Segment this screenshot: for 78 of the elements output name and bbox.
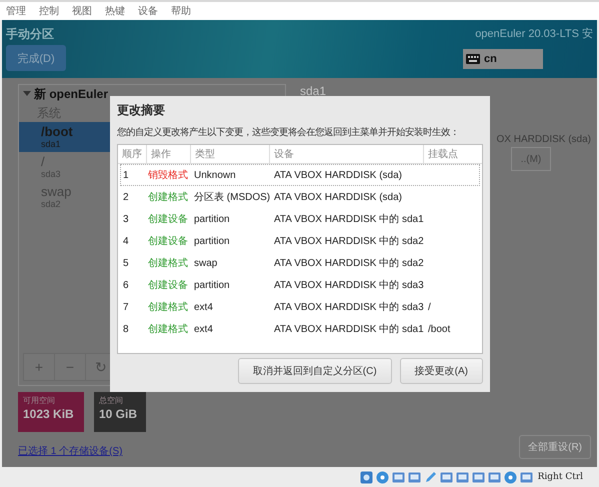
table-cell-text: 1 [122,170,130,180]
table-cell-text: ATA VBOX HARDDISK 中的 sda3 [273,300,425,314]
table-cell-text: ATA VBOX HARDDISK 中的 sda3 [273,278,425,292]
menu-item[interactable]: 热键 [105,4,125,18]
window-icon[interactable] [488,470,501,484]
table-cell-text: 7 [122,302,130,312]
table-cell-text: 分区表 (MSDOS) [193,190,272,204]
pen-icon[interactable] [424,470,437,484]
host-key-label: Right Ctrl [538,472,583,482]
column-header[interactable]: 类型 [191,145,270,163]
window-icon[interactable] [456,470,469,484]
table-cell-text: 创建格式 [148,322,189,336]
table-cell-text: 创建格式 [148,300,189,314]
circle-icon[interactable] [376,470,389,484]
table-cell-text: 2 [122,192,130,202]
table-cell-text: partition [193,280,231,290]
page-title: 手动分区 [6,26,55,43]
dialog-title: 更改摘要 [117,102,166,119]
table-cell-text: ATA VBOX HARDDISK (sda) [273,192,403,202]
window-icon[interactable] [520,470,533,484]
menu-item[interactable]: 设备 [138,4,158,18]
table-cell-text: 5 [122,258,130,268]
table-cell-text: 创建设备 [148,212,189,226]
table-cell-text: ext4 [193,302,214,312]
table-cell-text: swap [193,258,218,268]
menu-item[interactable]: 帮助 [171,4,191,18]
table-cell-text: partition [193,214,231,224]
table-cell-text: 销毁格式 [148,168,189,182]
device-label: OX HARDDISK (sda) [496,134,591,145]
keyboard-icon [466,54,480,64]
table-row[interactable]: 8 创建格式 ext4 ATA VBOX HARDDISK 中的 sda1 /boot [120,318,480,340]
column-header[interactable]: 操作 [147,145,191,163]
menu-item[interactable]: 管理 [6,4,26,18]
table-cell-text: 创建设备 [148,278,189,292]
table-cell-text: /boot [427,324,452,334]
table-cell-text: partition [193,236,231,246]
window-icon[interactable] [472,470,485,484]
table-row[interactable]: 1 销毁格式 Unknown ATA VBOX HARDDISK (sda) [120,164,480,186]
window-icon[interactable] [408,470,421,484]
table-cell-text: ATA VBOX HARDDISK 中的 sda2 [273,256,425,270]
table-cell-text: 3 [122,214,130,224]
partition-title: sda1 [300,84,326,98]
menu-item[interactable]: 控制 [39,4,59,18]
table-cell-text: 创建格式 [148,190,189,204]
dialog-button[interactable]: 取消并返回到自定义分区(C) [238,358,392,384]
table-row[interactable]: 7 创建格式 ext4 ATA VBOX HARDDISK 中的 sda3 / [120,296,480,318]
table-row[interactable]: 4 创建设备 partition ATA VBOX HARDDISK 中的 sda2 [120,230,480,252]
installation-heading: 新 openEuler [34,87,108,101]
table-cell-text: ATA VBOX HARDDISK 中的 sda1 [273,322,425,336]
expander-icon [23,91,31,97]
table-cell-text: 创建设备 [148,234,189,248]
table-cell-text: 4 [122,236,130,246]
dialog-button[interactable]: 接受更改(A) [400,358,483,384]
total-space-tile: 总空间 10 GiB [94,392,146,432]
product-title: openEuler 20.03-LTS 安 [475,26,594,41]
menu-item[interactable]: 视图 [72,4,92,18]
table-cell-text: 6 [122,280,130,290]
table-cell-text: ATA VBOX HARDDISK 中的 sda1 [273,212,425,226]
keyboard-layout-field[interactable]: cn [463,49,543,69]
column-header[interactable]: 顺序 [118,145,147,163]
window-icon[interactable] [440,470,453,484]
window-icon[interactable] [392,470,405,484]
free-space-tile: 可用空间 1023 KiB [18,392,84,432]
table-row[interactable]: 3 创建设备 partition ATA VBOX HARDDISK 中的 sda1 [120,208,480,230]
table-cell-text: Unknown [193,170,237,180]
table-cell-text: 8 [122,324,130,334]
table-cell-text: / [427,302,432,312]
table-cell-text: ATA VBOX HARDDISK (sda) [273,170,403,180]
table-cell-text: ATA VBOX HARDDISK 中的 sda2 [273,234,425,248]
table-cell-text: 创建格式 [148,256,189,270]
dialog-description: 您的自定义更改将产生以下变更，这些变更将会在您返回到主菜单并开始安装时生效： [117,125,459,138]
table-cell-text: ext4 [193,324,214,334]
circle-icon[interactable] [504,470,517,484]
column-header[interactable]: 挂载点 [424,145,484,163]
table-row[interactable]: 2 创建格式 分区表 (MSDOS) ATA VBOX HARDDISK (sda) [120,186,480,208]
column-header[interactable]: 设备 [270,145,424,163]
table-row[interactable]: 6 创建设备 partition ATA VBOX HARDDISK 中的 sda3 [120,274,480,296]
table-row[interactable]: 5 创建格式 swap ATA VBOX HARDDISK 中的 sda2 [120,252,480,274]
